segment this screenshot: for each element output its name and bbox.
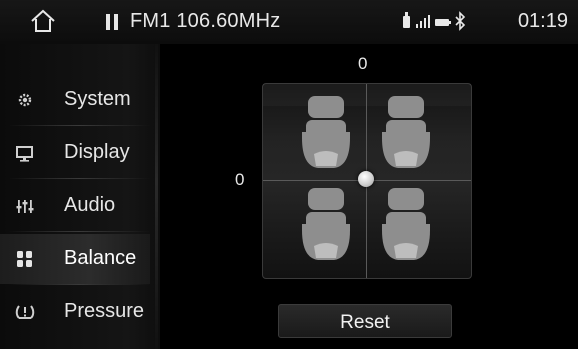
sidebar-item-label: System: [64, 88, 131, 110]
tire-pressure-icon: [14, 302, 36, 322]
sidebar-item-balance[interactable]: Balance: [0, 234, 150, 285]
monitor-icon: [14, 143, 36, 163]
gear-icon: [14, 90, 36, 110]
sidebar-item-display[interactable]: Display: [0, 128, 150, 179]
signal-icon: [416, 15, 430, 28]
equalizer-icon: [14, 196, 36, 216]
sidebar-item-pressure[interactable]: Pressure: [0, 287, 150, 337]
battery-icon: [435, 19, 451, 26]
front-right-seat-icon: [378, 96, 434, 170]
reset-button[interactable]: Reset: [278, 304, 452, 338]
sidebar-item-label: Balance: [64, 247, 137, 269]
settings-sidebar: System Display Audio Balance Pressure: [0, 44, 160, 349]
pause-icon[interactable]: [105, 14, 121, 30]
balance-handle[interactable]: [358, 171, 374, 187]
clock: 01:19: [517, 10, 568, 32]
balance-icon: [14, 249, 36, 269]
usb-icon: [403, 12, 410, 28]
sidebar-item-system[interactable]: System: [0, 75, 150, 126]
left-right-value: 0: [235, 170, 245, 189]
status-bar: FM1 106.60MHz 01:19: [0, 0, 578, 44]
home-icon[interactable]: [30, 9, 56, 33]
rear-left-seat-icon: [298, 188, 354, 262]
sidebar-item-label: Display: [64, 141, 130, 163]
bluetooth-icon: [455, 11, 466, 31]
sidebar-item-label: Audio: [64, 194, 116, 216]
front-left-seat-icon: [298, 96, 354, 170]
sidebar-item-audio[interactable]: Audio: [0, 181, 150, 232]
status-icons: [400, 10, 470, 32]
front-rear-value: 0: [358, 54, 368, 73]
radio-station-label[interactable]: FM1 106.60MHz: [130, 10, 280, 33]
sidebar-item-label: Pressure: [64, 300, 145, 322]
rear-right-seat-icon: [378, 188, 434, 262]
